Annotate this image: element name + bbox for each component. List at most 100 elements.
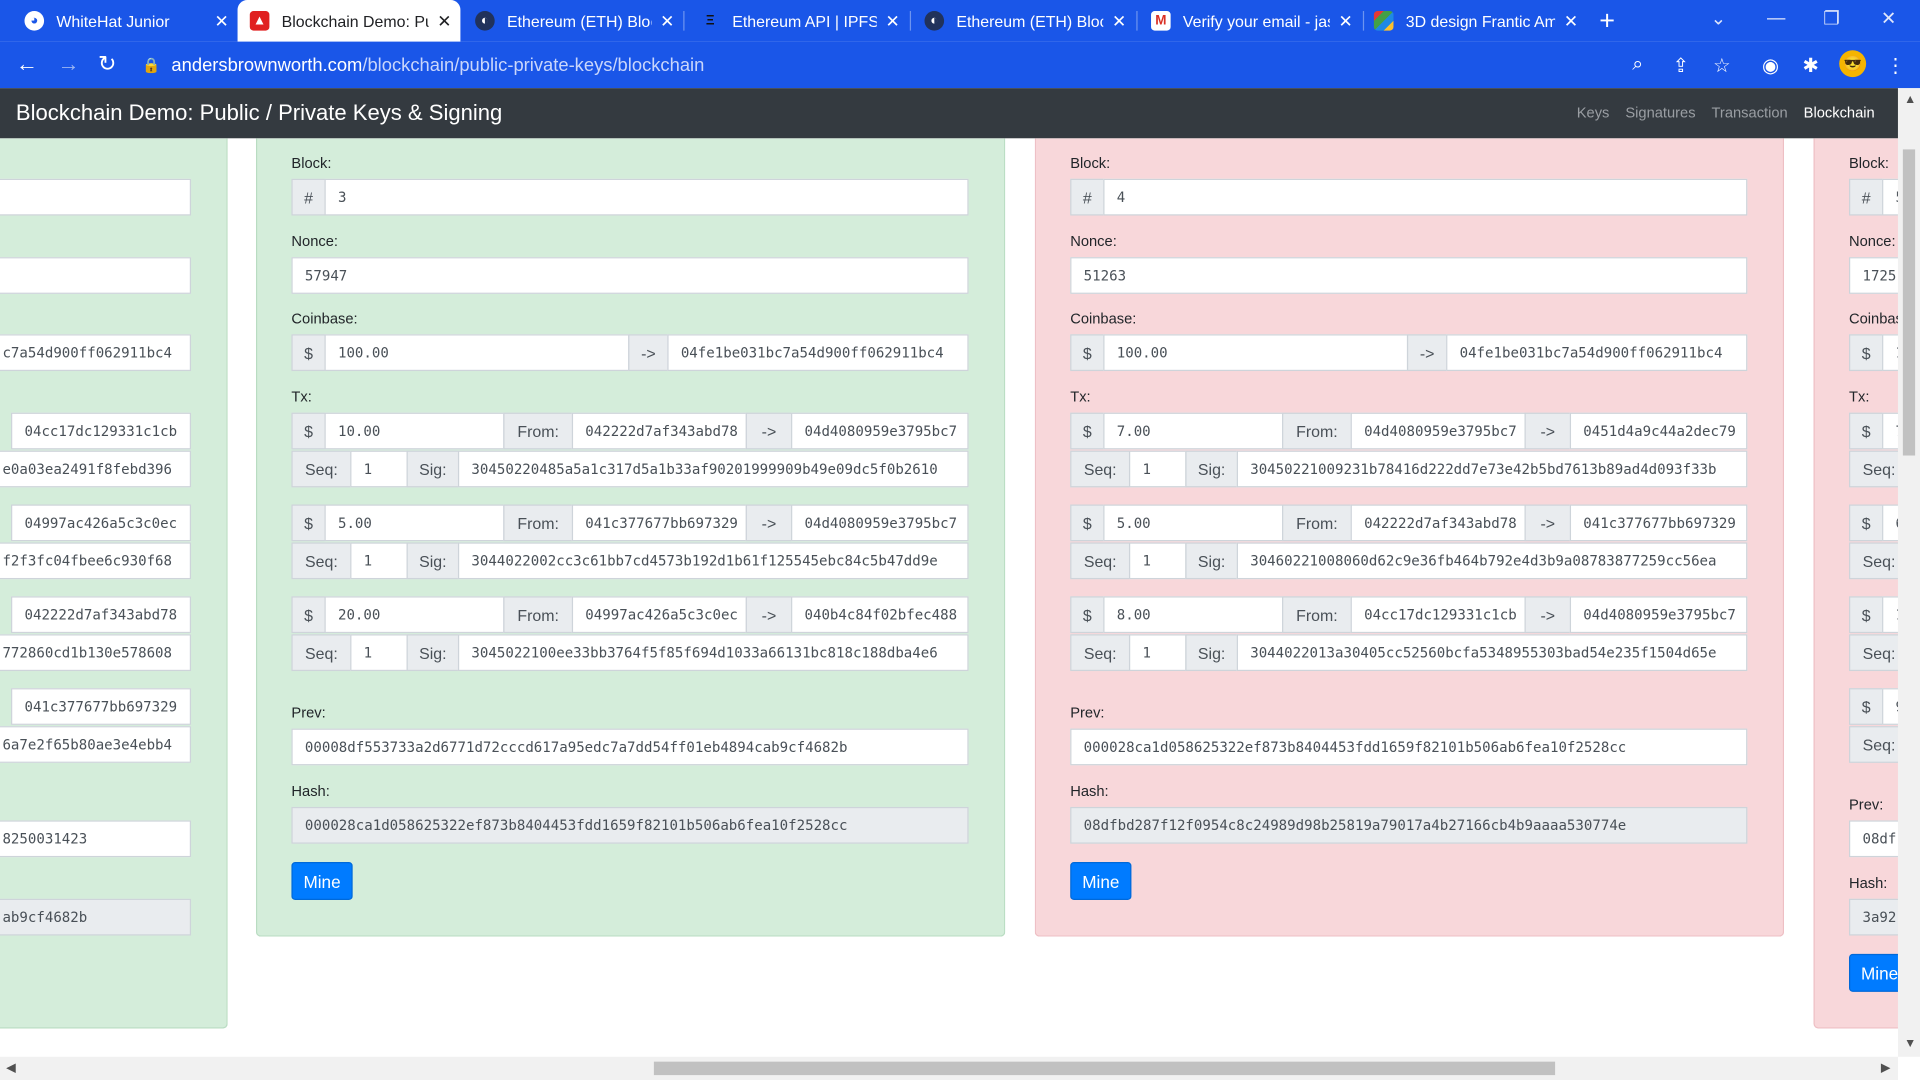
block-number-input[interactable] xyxy=(0,178,192,216)
horizontal-scroll-thumb[interactable] xyxy=(653,1061,1556,1076)
tx-sig-input[interactable]: 30450220485a5a1c317d5a1b33af90201999909b… xyxy=(457,450,969,488)
close-tab-icon[interactable]: ✕ xyxy=(651,10,683,31)
tx-amount-input[interactable]: 6 xyxy=(1882,504,1898,542)
tx-sig-input[interactable]: 3044022013a30405cc52560bcfa5348955303bad… xyxy=(1236,634,1748,672)
prev-hash-input[interactable]: 000028ca1d058625322ef873b8404453fdd1659f… xyxy=(1070,728,1748,766)
block-number-input[interactable]: 3 xyxy=(324,178,969,216)
tx-from-input[interactable]: 04d4080959e3795bc7 xyxy=(1350,412,1526,450)
prev-hash-input[interactable]: 00008df553733a2d6771d72cccd617a95edc7a7d… xyxy=(291,728,969,766)
vertical-scroll-thumb[interactable] xyxy=(1902,149,1916,456)
scroll-left-arrow-icon[interactable]: ◀ xyxy=(6,1062,15,1075)
nav-keys[interactable]: Keys xyxy=(1577,104,1610,121)
mine-button[interactable]: Mine xyxy=(1848,953,1898,992)
tx-amount-input[interactable]: 7 xyxy=(1882,412,1898,450)
tab-4[interactable]: ◐ Ethereum (ETH) Block ✕ xyxy=(912,0,1135,42)
app-title[interactable]: Blockchain Demo: Public / Private Keys &… xyxy=(16,100,502,126)
tx-seq-input[interactable]: 1 xyxy=(1128,634,1187,672)
close-tab-icon[interactable]: ✕ xyxy=(206,10,238,31)
close-tab-icon[interactable]: ✕ xyxy=(429,10,461,31)
tx-to-input[interactable]: 040b4c84f02bfec488 xyxy=(791,596,969,634)
tx-seq-input[interactable]: 1 xyxy=(1128,542,1187,580)
lock-icon[interactable]: 🔒 xyxy=(142,56,171,73)
coinbase-to-input[interactable]: 04fe1be031bc7a54d900ff062911bc4 xyxy=(667,334,969,372)
browser-menu-icon[interactable]: ⋮ xyxy=(1886,54,1906,78)
tx-seq-input[interactable]: 1 xyxy=(350,542,408,580)
new-tab-button[interactable]: + xyxy=(1599,5,1615,37)
tab-1[interactable]: ▲ Blockchain Demo: Pul ✕ xyxy=(237,0,461,42)
tx-amount-input[interactable]: 1 xyxy=(1882,596,1898,634)
nonce-input[interactable]: 1725 xyxy=(1848,257,1898,294)
close-tab-icon[interactable]: ✕ xyxy=(1330,10,1362,31)
tab-0[interactable]: ◕ WhiteHat Junior ✕ xyxy=(0,0,238,42)
close-window-button[interactable]: ✕ xyxy=(1881,7,1896,30)
coinbase-to-input[interactable]: 04fe1be031bc7a54d900ff062911bc4 xyxy=(1446,334,1748,372)
tab-5[interactable]: M Verify your email - jas ✕ xyxy=(1139,0,1362,42)
profile-avatar-icon[interactable]: 😎 xyxy=(1839,50,1867,78)
tx-amount-input[interactable]: 20.00 xyxy=(324,596,505,634)
tx-to-input[interactable]: 042222d7af343abd78 xyxy=(11,596,192,634)
restore-button[interactable]: ❐ xyxy=(1823,7,1839,30)
address-bar[interactable]: 🔒 andersbrownworth.com /blockchain/publi… xyxy=(142,45,1680,84)
tx-sig-input[interactable]: 6a7e2f65b80ae3e4ebb4 xyxy=(0,726,192,763)
tx-from-input[interactable]: 04997ac426a5c3c0ec xyxy=(571,596,747,634)
nonce-input[interactable]: 51263 xyxy=(1070,257,1748,294)
tx-sig-input[interactable]: 3044022002cc3c61bb7cd4573b192d1b61f12554… xyxy=(457,542,969,580)
tx-to-input[interactable]: 04cc17dc129331c1cb xyxy=(11,412,192,450)
scroll-up-arrow-icon[interactable]: ▲ xyxy=(1904,93,1916,106)
tab-search-icon[interactable]: ⌄ xyxy=(1711,7,1726,30)
tx-seq-input[interactable]: 1 xyxy=(350,450,408,488)
tx-to-input[interactable]: 04997ac426a5c3c0ec xyxy=(11,504,192,542)
tx-amount-input[interactable]: 10.00 xyxy=(324,412,505,450)
tx-from-input[interactable]: 042222d7af343abd78 xyxy=(1350,504,1526,542)
tx-to-input[interactable]: 0451d4a9c44a2dec79 xyxy=(1569,412,1748,450)
tx-sig-input[interactable]: e0a03ea2491f8febd396 xyxy=(0,450,192,488)
tx-sig-input[interactable]: 30450221009231b78416d222dd7e73e42b5bd761… xyxy=(1236,450,1748,488)
tx-amount-input[interactable]: 9 xyxy=(1882,688,1898,725)
share-icon[interactable]: ⇪ xyxy=(1673,54,1689,78)
mine-button[interactable]: Mine xyxy=(291,862,353,901)
tx-amount-input[interactable]: 7.00 xyxy=(1103,412,1284,450)
prev-hash-input[interactable]: 08df xyxy=(1848,820,1898,858)
tx-to-input[interactable]: 041c377677bb697329 xyxy=(11,688,192,725)
minimize-button[interactable]: — xyxy=(1767,7,1785,28)
nonce-input[interactable] xyxy=(0,257,192,294)
tx-amount-input[interactable]: 5.00 xyxy=(324,504,505,542)
tab-6[interactable]: 3D design Frantic Am ✕ xyxy=(1364,0,1587,42)
zoom-icon[interactable]: ⌕ xyxy=(1632,54,1643,76)
close-tab-icon[interactable]: ✕ xyxy=(1103,10,1135,31)
puzzle-extensions-icon[interactable]: ✱ xyxy=(1802,54,1818,78)
tab-3[interactable]: Ξ Ethereum API | IPFS A ✕ xyxy=(686,0,909,42)
tx-to-input[interactable]: 04d4080959e3795bc7 xyxy=(1569,596,1748,634)
coinbase-amount-input[interactable]: 100.00 xyxy=(1103,334,1409,372)
tx-seq-input[interactable]: 1 xyxy=(350,634,408,672)
nav-blockchain[interactable]: Blockchain xyxy=(1804,104,1875,121)
block-number-input[interactable]: 5 xyxy=(1882,178,1898,216)
block-number-input[interactable]: 4 xyxy=(1103,178,1748,216)
tx-amount-input[interactable]: 5.00 xyxy=(1103,504,1284,542)
coinbase-amount-input[interactable]: 1 xyxy=(1882,334,1898,372)
coinbase-amount-input[interactable]: 100.00 xyxy=(324,334,630,372)
nonce-input[interactable]: 57947 xyxy=(291,257,969,294)
reload-icon[interactable]: ↻ xyxy=(98,51,116,77)
scroll-right-arrow-icon[interactable]: ▶ xyxy=(1881,1062,1890,1075)
tx-sig-input[interactable]: f2f3fc04fbee6c930f68 xyxy=(0,542,192,580)
tx-to-input[interactable]: 04d4080959e3795bc7 xyxy=(791,412,969,450)
vertical-scrollbar[interactable]: ▲ ▼ xyxy=(1897,88,1920,1057)
horizontal-scrollbar[interactable]: ◀ ▶ xyxy=(0,1056,1898,1080)
tx-to-input[interactable]: 041c377677bb697329 xyxy=(1569,504,1748,542)
tx-sig-input[interactable]: 3045022100ee33bb3764f5f85f694d1033a66131… xyxy=(457,634,969,672)
prev-hash-input[interactable]: 8250031423 xyxy=(0,820,192,858)
nav-signatures[interactable]: Signatures xyxy=(1625,104,1695,121)
tab-2[interactable]: ◐ Ethereum (ETH) Block ✕ xyxy=(460,0,683,42)
nav-transaction[interactable]: Transaction xyxy=(1712,104,1788,121)
tx-to-input[interactable]: 04d4080959e3795bc7 xyxy=(791,504,969,542)
close-tab-icon[interactable]: ✕ xyxy=(877,10,909,31)
tx-from-input[interactable]: 04cc17dc129331c1cb xyxy=(1350,596,1526,634)
tx-from-input[interactable]: 042222d7af343abd78 xyxy=(571,412,747,450)
bookmark-star-icon[interactable]: ☆ xyxy=(1713,54,1731,78)
tx-from-input[interactable]: 041c377677bb697329 xyxy=(571,504,747,542)
tx-sig-input[interactable]: 772860cd1b130e578608 xyxy=(0,634,192,672)
back-arrow-icon[interactable]: ← xyxy=(16,51,38,77)
close-tab-icon[interactable]: ✕ xyxy=(1555,10,1587,31)
scroll-down-arrow-icon[interactable]: ▼ xyxy=(1904,1037,1916,1050)
